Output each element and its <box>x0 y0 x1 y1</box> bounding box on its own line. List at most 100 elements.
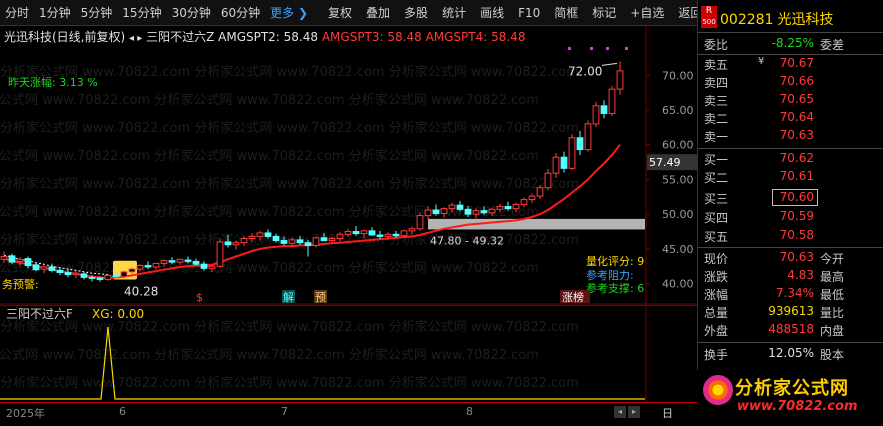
restore-rights-button[interactable]: 复权 <box>323 0 357 26</box>
candle-body <box>488 208 496 214</box>
scroll-left-button[interactable]: ◂ <box>614 406 626 418</box>
signal-dot <box>568 47 571 50</box>
candle-body <box>264 232 272 237</box>
stat-label: 涨跌 <box>704 270 729 284</box>
candle-body <box>176 258 184 263</box>
chart-title: 光迅科技(日线,前复权) <box>4 30 126 44</box>
support-band <box>428 218 645 230</box>
candle-body <box>400 230 408 237</box>
candle-body <box>296 239 304 244</box>
bid-label: 买一 <box>704 153 729 167</box>
candle-body <box>144 265 152 268</box>
candle-body <box>512 203 520 210</box>
candle-body <box>160 260 168 264</box>
bid-row-5[interactable]: 买五 70.58 <box>698 228 883 246</box>
ask-row-5[interactable]: 卖五 ¥ 70.67 <box>698 56 883 74</box>
watermark-text: 分析家公式网 www.70822.com 分析家公式网 www.70822.co… <box>0 120 579 136</box>
bid-row-1[interactable]: 买一 70.62 <box>698 151 883 169</box>
price-change: 4.83 <box>787 268 814 282</box>
candle-body <box>520 199 528 205</box>
tag-limit-up: 涨榜 <box>562 290 584 304</box>
more-periods-button[interactable]: 更多 ❯ <box>265 0 313 26</box>
multi-stock-button[interactable]: 多股 <box>399 0 433 26</box>
day-period-button[interactable]: 日 <box>662 405 673 421</box>
period-tab-15min[interactable]: 15分钟 <box>117 0 166 26</box>
candle-body <box>104 274 112 280</box>
watermark-text: 分析家公式网 www.70822.com 分析家公式网 www.70822.co… <box>0 148 539 164</box>
period-tab-60min[interactable]: 60分钟 <box>216 0 265 26</box>
candle-body <box>0 256 8 260</box>
candle-body <box>552 156 560 174</box>
bid-row-2[interactable]: 买二 70.61 <box>698 169 883 187</box>
candle-body <box>600 105 608 114</box>
stat-tail-label: 股本 <box>820 348 845 362</box>
stat-tail-label: 最低 <box>820 288 845 302</box>
candle-body <box>256 232 264 237</box>
y-tick-label: 60.00 <box>662 139 694 152</box>
candle-body <box>416 215 424 230</box>
add-watchlist-button[interactable]: +自选 <box>625 0 669 26</box>
candle-body <box>440 208 448 214</box>
ask-price: 70.67 <box>779 56 814 70</box>
ref-resistance-label: 参考阻力: <box>586 268 634 282</box>
statistics-button[interactable]: 统计 <box>437 0 471 26</box>
stat-label: 外盘 <box>704 324 729 338</box>
candle-body <box>64 272 72 276</box>
tag-forecast: 预 <box>315 291 326 304</box>
ask-row-3[interactable]: 卖三 70.65 <box>698 92 883 110</box>
bid-price: 70.61 <box>779 169 814 183</box>
period-tab-30min[interactable]: 30分钟 <box>167 0 216 26</box>
candle-body <box>352 231 360 235</box>
period-tab-1min[interactable]: 1分钟 <box>34 0 76 26</box>
bid-price: 70.58 <box>779 228 814 242</box>
period-tab-5min[interactable]: 5分钟 <box>76 0 118 26</box>
ask-row-1[interactable]: 卖一 70.63 <box>698 128 883 146</box>
tag-unlock: 解 <box>283 290 294 304</box>
indicator-chart[interactable]: 分析家公式网 www.70822.com 分析家公式网 www.70822.co… <box>0 305 697 402</box>
scroll-right-button[interactable]: ▸ <box>628 406 640 418</box>
flower-logo-icon <box>703 375 733 405</box>
stat-row-change: 涨跌 4.83 最高 <box>698 268 883 286</box>
candle-body <box>368 230 376 236</box>
chart-scroll-arrows[interactable]: ◂ ▸ <box>129 33 142 44</box>
divider <box>698 32 883 33</box>
signal-dot <box>606 47 609 50</box>
candle-body <box>168 260 176 263</box>
draw-line-button[interactable]: 画线 <box>475 0 509 26</box>
bid-row-3[interactable]: 买三 70.60 <box>698 190 883 208</box>
time-axis: 2025年 6 7 8 ◂ ▸ 日 <box>0 402 697 426</box>
candle-body <box>112 274 120 278</box>
candle-body <box>496 206 504 210</box>
candle-body <box>392 233 400 237</box>
candle-body <box>608 88 616 114</box>
quote-panel: R 500 002281 光迅科技 委比 -8.25% 委差 卖五 ¥ 70.67… <box>697 0 883 426</box>
candle-body <box>456 204 464 210</box>
stat-tail-label: 今开 <box>820 252 845 266</box>
candle-body <box>312 237 320 246</box>
simple-frame-button[interactable]: 简框 <box>549 0 583 26</box>
price-mark: ¥ <box>758 56 765 67</box>
candle-body <box>232 242 240 246</box>
candle-body <box>80 273 88 278</box>
ask-label: 卖二 <box>704 112 729 126</box>
stock-name: 光迅科技 <box>777 12 834 28</box>
ask-row-4[interactable]: 卖四 70.66 <box>698 74 883 92</box>
high-price-label: 72.00 <box>568 64 602 78</box>
stat-row-price: 现价 70.63 今开 <box>698 250 883 268</box>
divider <box>698 54 883 55</box>
mark-button[interactable]: 标记 <box>587 0 621 26</box>
stat-row-outer: 外盘 488518 内盘 <box>698 322 883 340</box>
indicator-xg: XG: 0.00 <box>92 307 144 321</box>
ask-row-2[interactable]: 卖二 70.64 <box>698 110 883 128</box>
period-tab-timeshare[interactable]: 分时 <box>0 0 34 26</box>
candle-body <box>336 233 344 239</box>
kline-chart[interactable]: 分析家公式网 www.70822.com 分析家公式网 www.70822.co… <box>0 26 697 305</box>
f10-button[interactable]: F10 <box>513 0 545 26</box>
yesterday-rise-label: 昨天涨幅: 3.13 % <box>8 76 98 89</box>
candle-body <box>208 265 216 269</box>
bid-row-4[interactable]: 买四 70.59 <box>698 209 883 227</box>
badge-bottom: 500 <box>702 18 716 26</box>
stat-tail-label: 最高 <box>820 270 845 284</box>
candle-body <box>536 187 544 197</box>
overlay-button[interactable]: 叠加 <box>361 0 395 26</box>
